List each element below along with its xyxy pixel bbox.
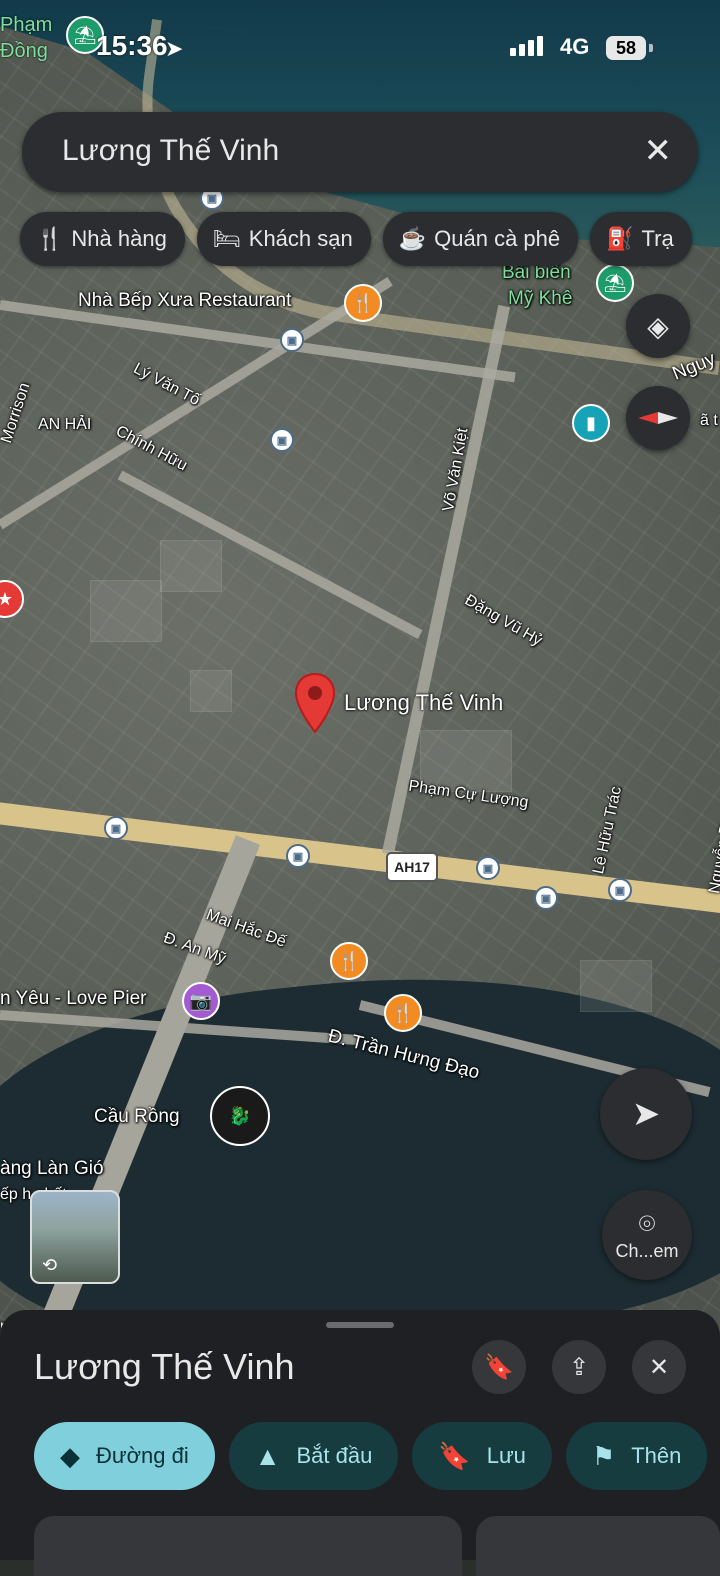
map-label-fragment: Đồng	[0, 40, 48, 62]
bus-stop-icon[interactable]: ▣	[476, 856, 500, 880]
share-icon: ⇪	[568, 1353, 590, 1381]
building-block	[90, 580, 162, 642]
map-label-road-dang-vu-hy: Đặng Vũ Hỷ	[461, 591, 545, 650]
share-button[interactable]: ⇪	[552, 1340, 606, 1394]
bookmark-place-icon[interactable]: ▮	[572, 404, 610, 442]
camera-icon[interactable]: 📷	[182, 982, 220, 1020]
network-type: 4G	[560, 34, 590, 59]
navigation-arrow-icon: ➤	[631, 1095, 661, 1133]
chip-label: Trạ	[641, 226, 674, 251]
search-input[interactable]: Lương Thế Vinh	[62, 134, 279, 168]
map-label-fragment: ã t	[700, 412, 718, 429]
chip-label: Quán cà phê	[434, 226, 561, 251]
chip-restaurants[interactable]: 🍴 Nhà hàng	[20, 212, 185, 266]
bus-stop-icon[interactable]: ▣	[280, 328, 304, 352]
my-location-button[interactable]: ➤	[600, 1068, 692, 1160]
chip-hotels[interactable]: 🛏 Khách sạn	[196, 212, 371, 266]
map-label-road-le-huu-trac: Lê Hữu Trác	[590, 784, 626, 876]
map-label-cau-rong[interactable]: Cầu Rồng	[94, 1106, 180, 1128]
start-navigation-icon: ▲	[254, 1440, 281, 1471]
highway-shield: AH17	[386, 852, 438, 882]
beach-icon[interactable]: ⛱	[596, 264, 634, 302]
building-block	[580, 960, 652, 1012]
map-label-lang-gio[interactable]: àng Làn Gió	[0, 1158, 104, 1180]
action-label: Đường đi	[96, 1443, 189, 1468]
restaurant-icon: 🍴	[36, 226, 64, 251]
category-chips: 🍴 Nhà hàng 🛏 Khách sạn ☕ Quán cà phê ⛽ Trạ	[20, 212, 692, 266]
layers-button[interactable]: ◈	[626, 294, 690, 358]
bookmark-icon: 🔖	[438, 1440, 471, 1471]
action-row: ◆ Đường đi ▲ Bắt đầu 🔖 Lưu ⚑ Thên	[34, 1422, 708, 1490]
bookmark-icon: 🔖	[484, 1353, 514, 1381]
action-label: Lưu	[486, 1443, 526, 1468]
compass-icon	[638, 412, 678, 424]
status-map-fragment: Phạm Đồng	[0, 12, 52, 64]
street-view-thumbnail[interactable]: ⟲	[30, 1190, 120, 1284]
hotel-icon: 🛏	[212, 226, 241, 251]
map-label-love-pier[interactable]: n Yêu - Love Pier	[0, 988, 146, 1010]
map-label-beach-line2[interactable]: Mỹ Khê	[508, 288, 572, 310]
drag-handle[interactable]	[326, 1322, 394, 1328]
map-label-road-ly-van-to: Lý Văn Tố	[130, 360, 203, 410]
bus-stop-icon[interactable]: ▣	[270, 428, 294, 452]
restaurant-icon[interactable]: 🍴	[344, 284, 382, 322]
building-block	[160, 540, 222, 592]
close-sheet-button[interactable]: ✕	[632, 1340, 686, 1394]
bus-stop-icon[interactable]: ▣	[534, 886, 558, 910]
battery-icon: 58	[606, 36, 646, 60]
start-button[interactable]: ▲ Bắt đầu	[228, 1422, 399, 1490]
gas-station-icon: ⛽	[606, 226, 634, 251]
chip-coffee[interactable]: ☕ Quán cà phê	[382, 212, 579, 266]
bus-stop-icon[interactable]: ▣	[608, 878, 632, 902]
map-label-restaurant[interactable]: Nhà Bếp Xưa Restaurant	[78, 290, 291, 312]
directions-button[interactable]: ◆ Đường đi	[34, 1422, 215, 1490]
status-bar: Phạm Đồng ⛱ 15:36 ➤ 4G 58	[0, 0, 720, 100]
chip-label: Nhà hàng	[71, 226, 167, 251]
rotate-360-icon: ⟲	[42, 1255, 58, 1275]
camera-lens-icon: ⌾	[638, 1208, 656, 1239]
bus-stop-icon[interactable]: ▣	[286, 844, 310, 868]
save-button[interactable]: 🔖 Lưu	[412, 1422, 552, 1490]
lens-button[interactable]: ⌾ Ch...em	[602, 1190, 692, 1280]
place-title: Lương Thế Vinh	[34, 1346, 295, 1387]
map-label-road-nguyen-duy: Nguyễn Duy Hiệu	[706, 768, 720, 895]
search-bar[interactable]: Lương Thế Vinh ✕	[22, 112, 698, 192]
battery-cap	[649, 44, 653, 52]
layers-icon: ◈	[647, 310, 669, 342]
map-label-district-an-hai: AN HẢI	[38, 416, 92, 433]
chip-label: Khách sạn	[248, 226, 353, 251]
photo-card[interactable]	[476, 1516, 720, 1576]
pin-label[interactable]: Lương Thế Vinh	[344, 690, 503, 716]
chip-gas[interactable]: ⛽ Trạ	[590, 212, 692, 266]
action-label: Thên	[631, 1443, 682, 1468]
action-label: Bắt đầu	[296, 1443, 373, 1468]
place-icon[interactable]: ★	[0, 580, 24, 618]
compass-button[interactable]	[626, 386, 690, 450]
close-icon: ✕	[648, 1353, 670, 1381]
place-bottom-sheet[interactable]: Lương Thế Vinh 🔖 ⇪ ✕ ◆ Đường đi ▲ Bắt đầu …	[0, 1310, 720, 1576]
coffee-icon: ☕	[398, 226, 427, 251]
photo-card[interactable]	[34, 1516, 462, 1576]
restaurant-icon[interactable]: 🍴	[384, 994, 422, 1032]
save-bookmark-button[interactable]: 🔖	[472, 1340, 526, 1394]
location-pin-icon[interactable]	[294, 672, 336, 736]
dragon-bridge-photo-icon[interactable]: 🐉	[210, 1086, 270, 1146]
flag-icon: ⚑	[591, 1440, 616, 1471]
directions-icon: ◆	[60, 1440, 80, 1471]
clock: 15:36	[96, 30, 168, 61]
signal-icon	[510, 36, 543, 56]
map-label-fragment: Phạm	[0, 14, 53, 36]
building-block	[190, 670, 232, 712]
lens-label: Ch...em	[615, 1241, 679, 1261]
map-label-road-morrison: Morrison	[0, 380, 34, 446]
restaurant-icon[interactable]: 🍴	[330, 942, 368, 980]
bus-stop-icon[interactable]: ▣	[104, 816, 128, 840]
more-button[interactable]: ⚑ Thên	[565, 1422, 708, 1490]
close-icon[interactable]: ✕	[644, 132, 673, 170]
location-services-icon: ➤	[165, 36, 184, 61]
